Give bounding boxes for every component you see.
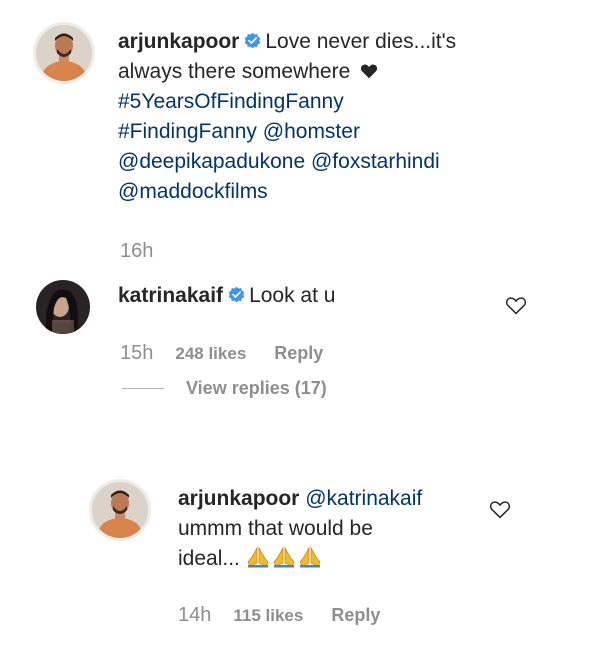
comment-body-line3: ideal... [178,547,240,570]
like-heart-icon[interactable] [489,498,511,520]
verified-badge-icon [245,32,261,49]
mention-link[interactable]: @homster [263,120,360,143]
view-replies-button[interactable]: View replies (17) [122,378,327,399]
folded-hands-icon [247,546,269,568]
comment-text: arjunkapoor Love never dies...it's always… [118,27,588,207]
mention-link[interactable]: @katrinakaif [305,487,422,510]
verified-badge-icon [228,286,245,303]
folded-hands-icon [299,546,321,568]
comment-arjunkapoor: arjunkapoor Love never dies...it's always… [0,0,600,270]
comment-body-line2: always there somewhere [118,60,351,83]
reply-button[interactable]: Reply [331,605,380,626]
comment-text: katrinakaif Look at u [118,281,498,311]
username[interactable]: katrinakaif [118,284,223,307]
avatar[interactable] [89,479,151,541]
likes-count[interactable]: 115 likes [233,606,303,626]
folded-hands-icon [273,546,295,568]
timestamp[interactable]: 15h [120,342,153,365]
hashtag-link[interactable]: #5YearsOfFindingFanny [118,90,344,113]
comment-katrinakaif: katrinakaif Look at u 15h 248 likes Reply… [0,270,600,410]
timestamp[interactable]: 16h [120,240,153,263]
comment-meta: 15h 248 likes Reply [120,342,323,365]
mention-link[interactable]: @maddockfilms [118,180,268,203]
comment-text: arjunkapoor @katrinakaif ummm that would… [178,484,498,574]
like-heart-icon[interactable] [505,294,527,316]
likes-count[interactable]: 248 likes [175,344,246,364]
black-heart-icon [361,64,378,79]
comment-meta: 16h [120,240,153,263]
hashtag-link[interactable]: #FindingFanny [118,120,257,143]
comment-reply-arjunkapoor: arjunkapoor @katrinakaif ummm that would… [0,470,600,660]
avatar[interactable] [36,280,90,334]
divider-line [122,388,164,389]
view-replies-label: View replies (17) [186,378,327,398]
avatar[interactable] [33,22,95,84]
comment-body-line2: ummm that would be [178,517,373,540]
comment-body: Look at u [249,284,336,307]
username[interactable]: arjunkapoor [178,487,299,510]
mention-link[interactable]: @foxstarhindi [311,150,440,173]
comment-body-line1: Love never dies...it's [265,30,457,53]
timestamp[interactable]: 14h [178,604,211,627]
reply-button[interactable]: Reply [274,343,323,364]
mention-link[interactable]: @deepikapadukone [118,150,305,173]
comment-meta: 14h 115 likes Reply [178,604,380,627]
username[interactable]: arjunkapoor [118,30,239,53]
